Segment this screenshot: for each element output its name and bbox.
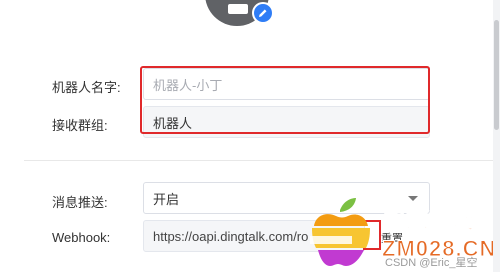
edit-avatar-button[interactable] [252, 2, 274, 24]
scrollbar-thumb[interactable] [494, 20, 499, 130]
pencil-icon [259, 9, 267, 17]
chevron-down-icon [408, 196, 418, 201]
receive-group-label: 接收群组: [52, 118, 108, 133]
message-push-value: 开启 [153, 191, 180, 207]
webhook-label: Webhook: [52, 230, 111, 245]
webhook-value: https://oapi.dingtalk.com/ro [153, 228, 309, 244]
highlight-box [140, 66, 430, 134]
message-push-label: 消息推送: [52, 195, 108, 210]
avatar-robot-shape [228, 4, 248, 14]
robot-settings-panel: 机器人名字: 机器人-小丁 接收群组: 机器人 消息推送: 开启 Webhook… [0, 0, 496, 272]
section-divider [24, 160, 493, 161]
apple-logo-icon [310, 198, 370, 266]
csdn-credit: CSDN @Eric_星空 [385, 257, 478, 269]
robot-name-label: 机器人名字: [52, 80, 121, 95]
vertical-scrollbar[interactable] [493, 0, 500, 272]
